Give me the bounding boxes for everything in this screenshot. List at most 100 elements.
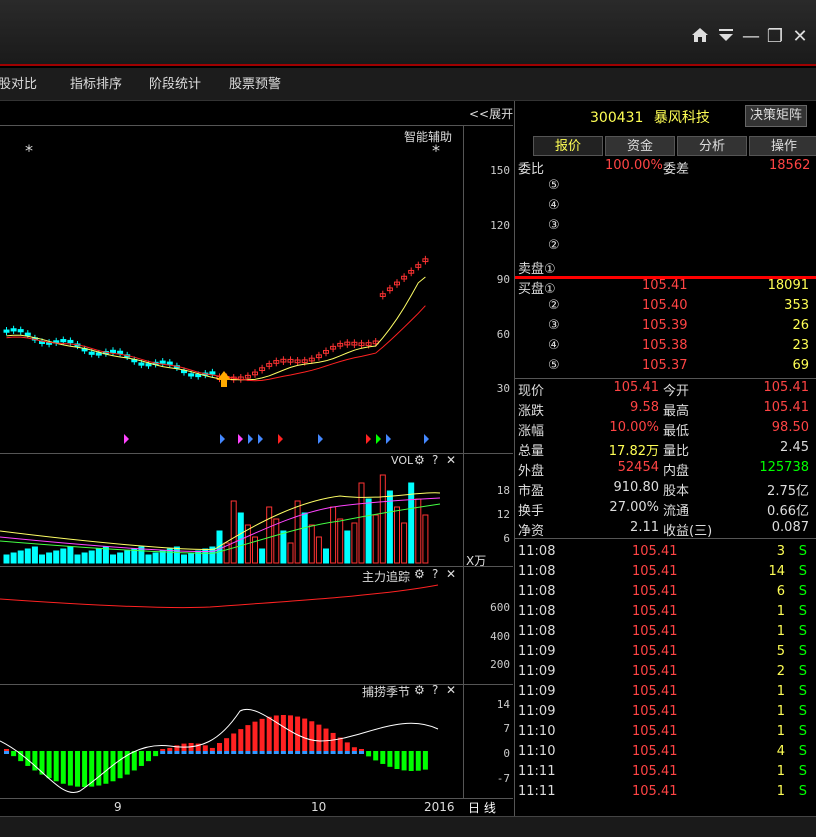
tab-operation[interactable]: 操作 bbox=[749, 136, 816, 156]
volume-bar bbox=[60, 548, 67, 564]
season-bar bbox=[103, 751, 109, 784]
minimize-button[interactable]: — bbox=[740, 26, 762, 48]
volume-bar bbox=[259, 548, 266, 564]
volume-bar bbox=[81, 552, 88, 564]
tick-volume: 6 bbox=[776, 584, 785, 599]
season-bar bbox=[202, 745, 208, 751]
chart-area[interactable]: <<展开 智能辅助 * * 150 120 90 60 30 VOL ⚙ ? ✕… bbox=[0, 101, 513, 816]
season-base bbox=[295, 751, 301, 754]
buy-price: 105.39 bbox=[642, 318, 688, 333]
tick-time: 11:08 bbox=[518, 544, 556, 559]
sell-level-label: ⑤ bbox=[548, 178, 560, 193]
season-base bbox=[202, 751, 208, 754]
season-base bbox=[316, 751, 322, 754]
season-bar bbox=[117, 751, 123, 779]
close-button[interactable]: ✕ bbox=[789, 26, 811, 48]
tick-volume: 4 bbox=[776, 744, 785, 759]
help-icon[interactable]: ? bbox=[432, 567, 438, 581]
stat-label: 市盈 bbox=[518, 484, 545, 499]
menu-stock-alert[interactable]: 股票预警 bbox=[229, 68, 281, 101]
stat-value: 910.80 bbox=[613, 480, 660, 495]
tab-funds[interactable]: 资金 bbox=[605, 136, 675, 156]
expand-button[interactable]: <<展开 bbox=[469, 105, 513, 122]
close-icon[interactable]: ✕ bbox=[446, 683, 456, 697]
weibi-label: 委比 bbox=[518, 162, 545, 177]
weibi-value: 100.00% bbox=[605, 158, 663, 173]
season-base bbox=[252, 751, 258, 754]
season-base bbox=[188, 751, 194, 754]
season-base bbox=[359, 751, 364, 754]
season-bar bbox=[394, 751, 400, 770]
season-base bbox=[224, 751, 230, 754]
tick-price: 105.41 bbox=[632, 744, 678, 759]
tick-row: 11:11 105.41 1 S bbox=[515, 783, 816, 803]
main-track-line bbox=[0, 584, 439, 609]
weibi-row: 委比 100.00% 委差 18562 bbox=[515, 157, 816, 177]
stock-code: 300431 bbox=[590, 110, 644, 126]
tab-analysis[interactable]: 分析 bbox=[677, 136, 747, 156]
gear-icon[interactable]: ⚙ bbox=[414, 567, 425, 581]
buy-row: ④ 105.38 23 bbox=[515, 337, 816, 357]
close-icon[interactable]: ✕ bbox=[446, 567, 456, 581]
stat-value: 105.41 bbox=[613, 380, 660, 395]
vol-title: VOL bbox=[391, 454, 414, 467]
tick-row: 11:08 105.41 6 S bbox=[515, 583, 816, 603]
sell-level-row: ④ bbox=[515, 197, 816, 217]
volume-bar bbox=[3, 554, 10, 564]
tick-row: 11:09 105.41 1 S bbox=[515, 683, 816, 703]
tick-time: 11:09 bbox=[518, 684, 556, 699]
decision-matrix-button[interactable]: 决策矩阵 bbox=[745, 105, 807, 127]
season-base bbox=[217, 751, 222, 754]
stat-value: 27.00% bbox=[609, 500, 659, 515]
candle-body bbox=[117, 350, 124, 354]
star-marker-right: * bbox=[432, 141, 440, 160]
season-bar bbox=[75, 751, 80, 787]
menu-indicator-sort[interactable]: 指标排序 bbox=[70, 68, 122, 101]
close-icon[interactable]: ✕ bbox=[446, 453, 456, 467]
season-bar bbox=[252, 721, 258, 751]
vol-axis-label: 18 bbox=[496, 484, 510, 497]
tick-time: 11:11 bbox=[518, 784, 556, 799]
volume-bar bbox=[124, 550, 131, 564]
tick-price: 105.41 bbox=[632, 784, 678, 799]
stat-label: 净资 bbox=[518, 524, 545, 539]
triangle-down-icon[interactable] bbox=[715, 26, 737, 48]
tick-row: 11:08 105.41 1 S bbox=[515, 623, 816, 643]
stat-label: 最低 bbox=[663, 424, 690, 439]
volume-bar bbox=[24, 548, 31, 564]
season-base bbox=[245, 751, 251, 754]
season-base bbox=[302, 751, 308, 754]
tick-volume: 1 bbox=[776, 604, 785, 619]
menu-stage-stats[interactable]: 阶段统计 bbox=[149, 68, 201, 101]
stat-label: 今开 bbox=[663, 384, 690, 399]
status-bar bbox=[0, 816, 816, 837]
gear-icon[interactable]: ⚙ bbox=[414, 453, 425, 467]
volume-bar bbox=[408, 482, 415, 564]
tick-side: S bbox=[798, 744, 807, 759]
season-base bbox=[337, 751, 343, 754]
restore-button[interactable]: ❐ bbox=[764, 26, 786, 48]
buy-arrow-marker bbox=[217, 371, 231, 387]
stat-row: 换手 27.00% 流通 0.66亿 bbox=[515, 499, 816, 519]
tick-price: 105.41 bbox=[632, 604, 678, 619]
volume-bar bbox=[74, 554, 81, 564]
stat-label: 总量 bbox=[518, 444, 545, 459]
period-label[interactable]: 日 线 bbox=[468, 799, 496, 816]
price-axis-label: 150 bbox=[490, 164, 510, 177]
volume-bar bbox=[415, 498, 422, 564]
volume-bar bbox=[344, 530, 351, 564]
help-icon[interactable]: ? bbox=[432, 683, 438, 697]
home-icon[interactable] bbox=[689, 26, 711, 48]
tick-side: S bbox=[798, 584, 807, 599]
tab-quote[interactable]: 报价 bbox=[533, 136, 603, 156]
tick-side: S bbox=[798, 784, 807, 799]
stat-label: 最高 bbox=[663, 404, 690, 419]
season-axis-label: -7 bbox=[496, 772, 510, 785]
stat-row: 涨跌 9.58 最高 105.41 bbox=[515, 399, 816, 419]
smart-assist-label[interactable]: 智能辅助 bbox=[404, 128, 452, 145]
menu-stock-compare[interactable]: 股对比 bbox=[0, 68, 37, 101]
gear-icon[interactable]: ⚙ bbox=[414, 683, 425, 697]
buy-price: 105.41 bbox=[642, 278, 688, 293]
signal-flag bbox=[376, 434, 381, 444]
help-icon[interactable]: ? bbox=[432, 453, 438, 467]
